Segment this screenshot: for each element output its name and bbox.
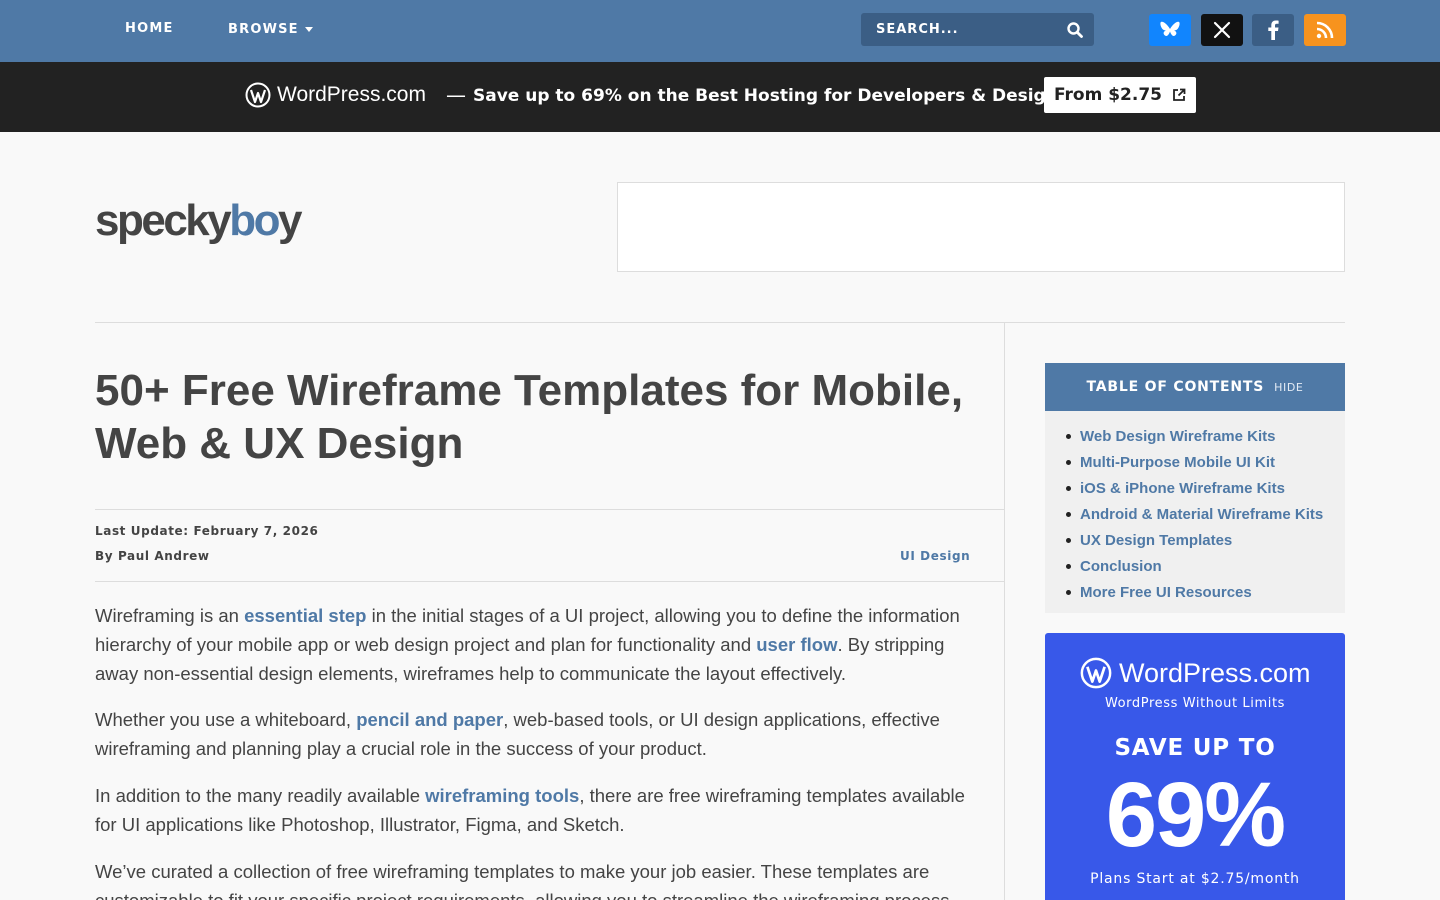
rss-icon[interactable] — [1304, 14, 1346, 46]
sidebar-ad[interactable]: WordPress.com WordPress Without Limits S… — [1045, 633, 1345, 900]
toc-body: Web Design Wireframe Kits Multi-Purpose … — [1045, 411, 1345, 613]
meta-divider-top — [95, 509, 1004, 510]
column-divider — [1004, 322, 1005, 900]
nav-browse-label: BROWSE — [228, 22, 299, 37]
p3-text-1: In addition to the many readily availabl… — [95, 785, 426, 806]
sidebar-ad-logo: WordPress.com — [1080, 657, 1311, 689]
nav-browse-menu[interactable]: BROWSE — [228, 22, 313, 37]
toc-item-conclusion[interactable]: Conclusion — [1065, 553, 1323, 579]
meta-divider-bottom — [95, 581, 1004, 582]
toc-title: TABLE OF CONTENTS — [1086, 379, 1265, 395]
promo-banner: WordPress.com — Save up to 69% on the Be… — [0, 62, 1440, 132]
p4-text-1: We’ve curated a collection of free wiref… — [95, 861, 949, 900]
wordpress-icon — [245, 82, 271, 108]
sidebar-ad-plans: Plans Start at $2.75/month — [1090, 871, 1300, 887]
search-box — [861, 13, 1094, 46]
header-ad-slot[interactable] — [617, 182, 1345, 272]
chevron-down-icon — [304, 27, 313, 32]
user-flow-link[interactable]: user flow — [756, 634, 837, 655]
logo-part-3: y — [278, 196, 302, 245]
bluesky-icon[interactable] — [1149, 14, 1191, 46]
wordpress-logo: WordPress.com — [245, 82, 426, 108]
p2-text-1: Whether you use a whiteboard, — [95, 709, 357, 730]
top-nav: HOME BROWSE — [0, 0, 1440, 62]
external-link-icon — [1173, 88, 1186, 101]
toc-item-mobile-ui-kit[interactable]: Multi-Purpose Mobile UI Kit — [1065, 449, 1323, 475]
p1-text-1: Wireframing is an — [95, 605, 245, 626]
x-icon[interactable] — [1201, 14, 1243, 46]
paragraph-4: We’ve curated a collection of free wiref… — [95, 857, 970, 900]
last-update: Last Update: February 7, 2026 — [95, 524, 319, 538]
logo-part-1: specky — [95, 196, 232, 245]
author-byline: By Paul Andrew — [95, 549, 210, 563]
toc-item-web-design[interactable]: Web Design Wireframe Kits — [1065, 423, 1323, 449]
paragraph-1: Wireframing is an essential step in the … — [95, 601, 970, 688]
search-icon[interactable] — [1066, 21, 1084, 39]
article-title: 50+ Free Wireframe Templates for Mobile,… — [95, 366, 964, 468]
facebook-icon[interactable] — [1252, 14, 1294, 46]
toc-list: Web Design Wireframe Kits Multi-Purpose … — [1065, 423, 1323, 605]
promo-dash: — — [446, 83, 466, 107]
toc-item-ux-templates[interactable]: UX Design Templates — [1065, 527, 1323, 553]
promo-message[interactable]: Save up to 69% on the Best Hosting for D… — [473, 86, 1088, 106]
paragraph-3: In addition to the many readily availabl… — [95, 781, 970, 839]
toc-header: TABLE OF CONTENTS HIDE — [1045, 363, 1345, 411]
sidebar-ad-brand: WordPress.com — [1119, 657, 1311, 688]
nav-home-link[interactable]: HOME — [125, 21, 174, 36]
category-link[interactable]: UI Design — [900, 549, 970, 563]
pencil-and-paper-link[interactable]: pencil and paper — [356, 709, 503, 730]
site-logo[interactable]: speckyboy — [95, 196, 302, 246]
paragraph-2: Whether you use a whiteboard, pencil and… — [95, 705, 970, 763]
essential-step-link[interactable]: essential step — [244, 605, 366, 626]
toc-item-ios[interactable]: iOS & iPhone Wireframe Kits — [1065, 475, 1323, 501]
toc-item-android[interactable]: Android & Material Wireframe Kits — [1065, 501, 1323, 527]
logo-part-2: bo — [229, 196, 280, 245]
promo-cta-label: From $2.75 — [1054, 85, 1162, 105]
sidebar-ad-tagline: WordPress Without Limits — [1104, 696, 1286, 711]
header-divider — [95, 322, 1345, 323]
promo-brand: WordPress.com — [277, 83, 426, 106]
wireframing-tools-link[interactable]: wireframing tools — [425, 785, 579, 806]
wordpress-icon — [1080, 657, 1112, 689]
sidebar-ad-percent: 69% — [1105, 764, 1286, 866]
search-input[interactable] — [861, 13, 1051, 46]
toc-hide-toggle[interactable]: HIDE — [1274, 381, 1303, 394]
sidebar-ad-save: SAVE UP TO — [1114, 735, 1276, 761]
promo-cta-button[interactable]: From $2.75 — [1044, 77, 1196, 113]
toc-item-more-resources[interactable]: More Free UI Resources — [1065, 579, 1323, 605]
